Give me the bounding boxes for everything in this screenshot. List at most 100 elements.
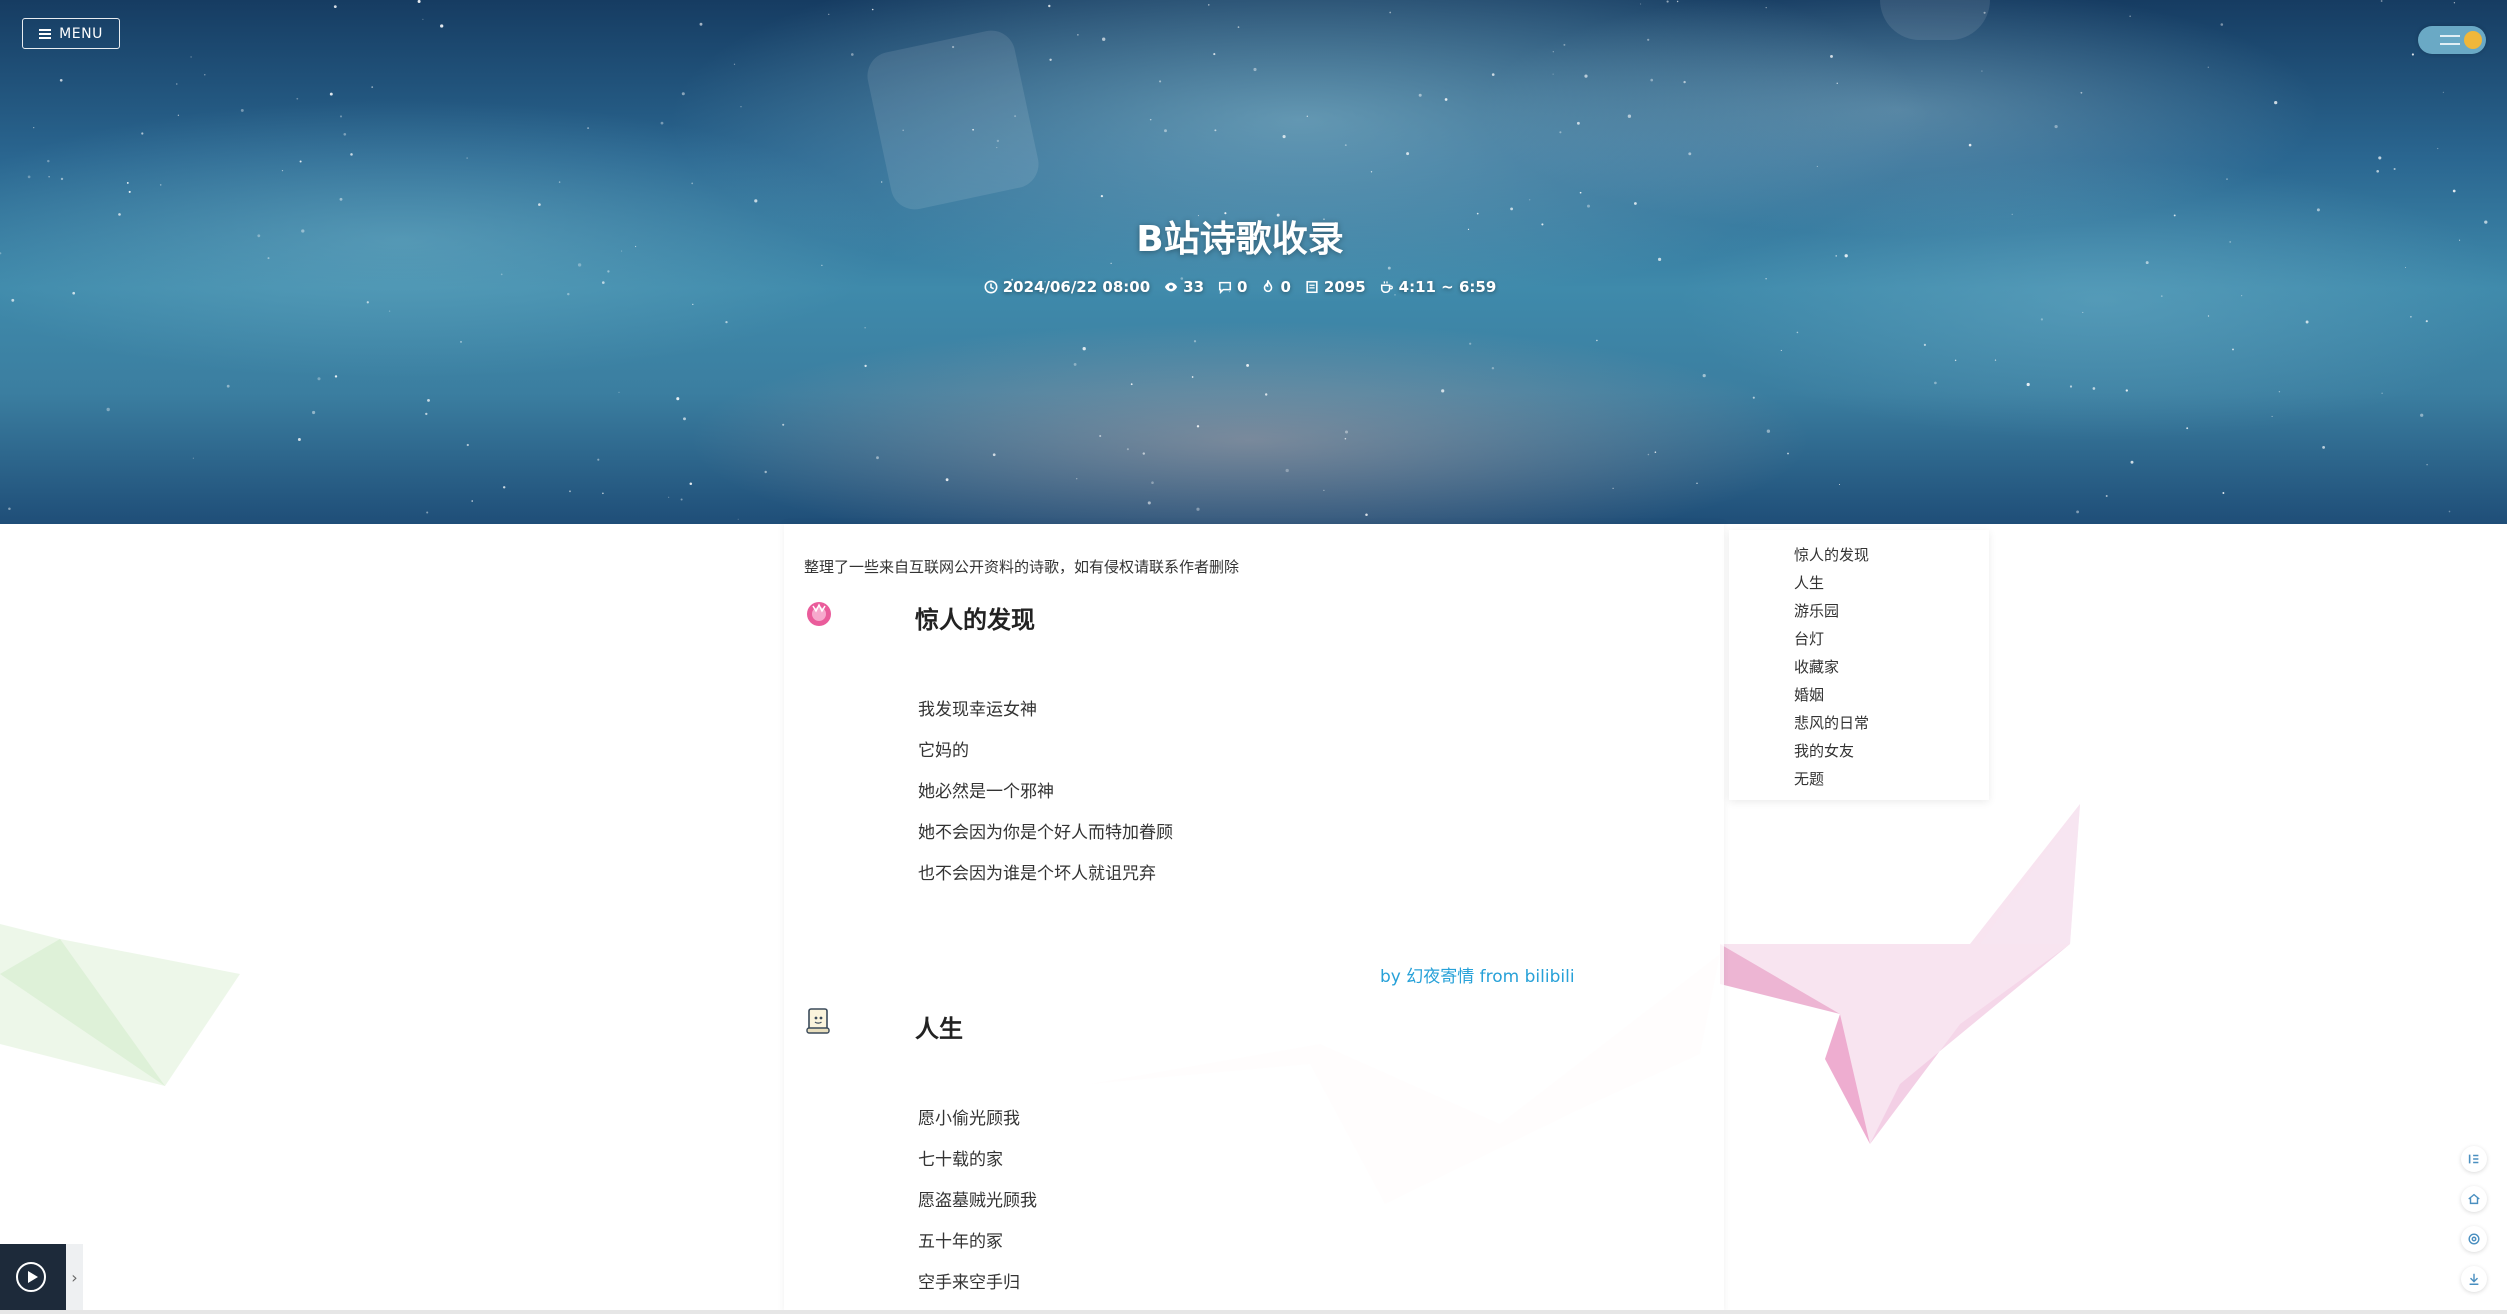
star [2125,389,2128,392]
toc-item[interactable]: 惊人的发现 [1794,541,1869,569]
star [1196,425,1200,428]
theme-toggle[interactable] [2418,26,2486,54]
article-intro: 整理了一些来自互联网公开资料的诗歌，如有侵权请联系作者删除 [804,558,1240,576]
star [1552,51,1554,53]
star [737,518,739,520]
hamburger-icon [39,29,52,39]
poem-line: 它妈的 [918,741,969,761]
hero-banner: MENU B站诗歌收录 2024/06/22 08:00 33 0 0 2095 [0,0,2507,524]
star [297,438,301,441]
star [1214,129,1217,132]
star [2378,156,2382,160]
star [417,0,421,4]
star [1647,453,1650,456]
toc-item[interactable]: 游乐园 [1794,597,1869,625]
toc-item[interactable]: 婚姻 [1794,681,1869,709]
star [1696,482,1698,485]
star [1994,359,1997,361]
starfield [0,0,2488,520]
star [689,482,693,485]
eye-icon [1165,282,1178,292]
star [2080,91,2083,94]
star [577,263,582,267]
star [1586,204,1591,208]
star [668,496,670,498]
star [740,106,742,108]
meta-likes: 0 [1261,278,1291,296]
player-expand-button[interactable]: › [66,1244,83,1310]
star [159,184,162,186]
star [2220,23,2224,26]
toc-item[interactable]: 台灯 [1794,625,1869,653]
star [1702,374,1706,378]
toc-item[interactable]: 我的女友 [1794,737,1869,765]
star [1934,381,1937,385]
star [871,8,874,11]
star [2076,510,2080,514]
star [33,126,35,129]
star [1151,481,1154,484]
star [881,181,883,183]
star [27,175,31,179]
settings-button[interactable] [2461,1226,2487,1252]
star [2453,2,2456,4]
poem-line: 愿小偷光顾我 [918,1109,1020,1129]
play-icon[interactable] [16,1262,46,1292]
star [8,507,11,511]
toc-item[interactable]: 悲风的日常 [1794,709,1869,737]
star [204,74,206,76]
scroll-bottom-button[interactable] [2461,1266,2487,1292]
star [2380,0,2383,2]
star [240,108,244,112]
byline-link[interactable]: by 幻夜寄情 from bilibili [1380,962,1575,987]
star [1584,74,1588,78]
star [1441,389,1445,393]
flame-icon [1264,280,1273,293]
star [1344,430,1349,434]
star [733,63,736,65]
menu-button[interactable]: MENU [22,18,120,49]
music-player[interactable] [0,1244,66,1310]
star [1559,131,1562,134]
toc-item[interactable]: 收藏家 [1794,653,1869,681]
star [1765,6,1767,9]
star [1640,3,1642,5]
star [864,327,866,329]
star [1076,478,1078,480]
star [2426,463,2428,466]
star [2376,169,2380,173]
star [226,384,230,388]
star [1365,513,1368,517]
star [1666,0,1669,3]
home-button[interactable] [2461,1186,2487,1212]
star [1418,93,1422,97]
document-icon [1306,280,1318,294]
pink-flower-icon [807,602,831,626]
star [1816,165,1818,167]
star [334,375,338,378]
star [1634,202,1637,205]
star [2442,91,2445,94]
star [1838,483,1841,486]
poem-lines: 愿小偷光顾我 七十载的家 愿盗墓贼光顾我 五十年的冢 空手来空手归 [918,1099,1037,1304]
star [317,377,321,381]
star [2448,510,2451,513]
poem-line: 七十载的家 [918,1150,1003,1170]
toc-toggle-button[interactable] [2461,1146,2487,1172]
star [538,203,541,206]
toc-item[interactable]: 无题 [1794,765,1869,793]
star [1099,434,1102,438]
star [2305,320,2309,324]
poem-lines: 我发现幸运女神 它妈的 她必然是一个邪神 她不会因为你是个好人而特加眷顾 也不会… [918,690,1173,895]
star [2129,15,2131,17]
star [1344,437,1347,440]
star [864,364,867,368]
star [1576,121,1580,125]
toc-item[interactable]: 人生 [1794,569,1869,597]
star [681,92,685,96]
star [1491,366,1495,370]
star [106,407,110,412]
star [1102,37,1106,41]
star [2069,385,2073,388]
star [692,303,694,306]
